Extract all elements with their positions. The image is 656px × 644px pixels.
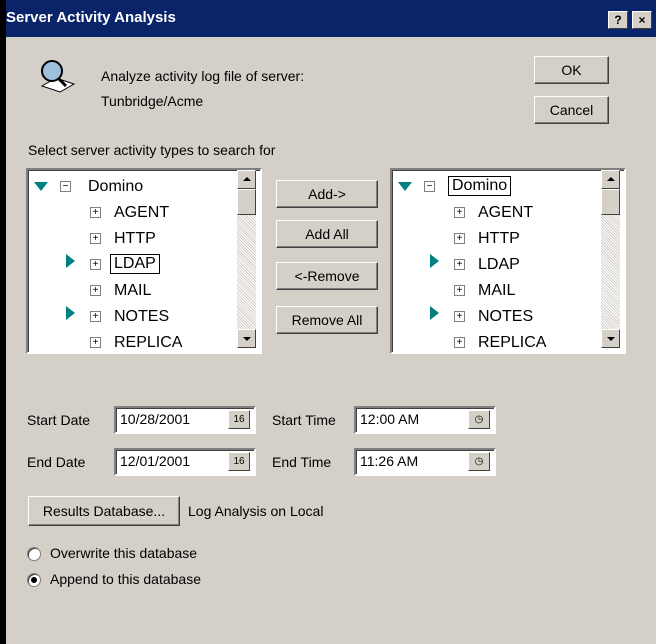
tree-item-ldap[interactable]: LDAP [478, 256, 520, 274]
radio-selected-dot [31, 577, 37, 583]
tree-item-ldap[interactable]: LDAP [110, 254, 160, 274]
tree-marker-icon [66, 254, 75, 268]
add-all-button[interactable]: Add All [276, 220, 378, 248]
tree-item-agent[interactable]: AGENT [478, 204, 533, 222]
window-title: Server Activity Analysis [6, 9, 176, 26]
tree-item-http[interactable]: HTTP [114, 230, 156, 248]
calendar-icon[interactable]: 16 [228, 410, 250, 429]
end-date-value: 12/01/2001 [120, 453, 191, 469]
tree-item-mail[interactable]: MAIL [478, 282, 515, 300]
end-time-label: End Time [272, 454, 332, 470]
expand-icon[interactable]: + [454, 259, 465, 270]
end-time-field[interactable]: 11:26 AM ◷ [354, 448, 496, 476]
end-time-value: 11:26 AM [360, 453, 419, 469]
tree-item-mail[interactable]: MAIL [114, 282, 151, 300]
start-time-value: 12:00 AM [360, 411, 420, 427]
expand-icon[interactable]: + [90, 259, 101, 270]
scroll-down-button[interactable] [237, 329, 256, 348]
scroll-up-button[interactable] [237, 170, 256, 189]
add-button[interactable]: Add-> [276, 180, 378, 208]
clock-icon[interactable]: ◷ [468, 410, 490, 429]
magnifier-icon [40, 60, 76, 93]
start-time-field[interactable]: 12:00 AM ◷ [354, 406, 496, 434]
tree-marker-icon [398, 182, 412, 191]
append-label[interactable]: Append to this database [50, 571, 201, 587]
overwrite-label[interactable]: Overwrite this database [50, 545, 197, 561]
ok-button[interactable]: OK [534, 56, 609, 84]
expand-icon[interactable]: + [454, 285, 465, 296]
tree-marker-icon [430, 254, 439, 268]
expand-icon[interactable]: + [90, 337, 101, 348]
dialog-window: Server Activity Analysis ? × Analyze act… [6, 0, 656, 644]
expand-icon[interactable]: + [454, 311, 465, 322]
end-date-field[interactable]: 12/01/2001 16 [114, 448, 256, 476]
tree-root-domino[interactable]: Domino [88, 178, 143, 196]
left-scrollbar[interactable] [237, 170, 256, 348]
collapse-icon[interactable]: − [60, 181, 71, 192]
start-date-field[interactable]: 10/28/2001 16 [114, 406, 256, 434]
help-button[interactable]: ? [608, 11, 628, 29]
expand-icon[interactable]: + [90, 233, 101, 244]
server-name: Tunbridge/Acme [101, 93, 204, 109]
start-date-value: 10/28/2001 [120, 411, 191, 427]
remove-button[interactable]: <-Remove [276, 262, 378, 290]
close-button[interactable]: × [632, 11, 652, 29]
tree-marker-icon [34, 182, 48, 191]
clock-icon[interactable]: ◷ [468, 452, 490, 471]
available-types-tree[interactable]: − Domino + AGENT + HTTP + LDAP + MAIL + … [26, 168, 262, 354]
title-bar[interactable]: Server Activity Analysis ? × [6, 0, 656, 37]
scroll-thumb[interactable] [237, 189, 256, 215]
start-date-label: Start Date [27, 412, 91, 428]
overwrite-radio[interactable] [27, 547, 41, 561]
tree-item-notes[interactable]: NOTES [478, 308, 533, 326]
append-radio[interactable] [27, 573, 41, 587]
results-database-button[interactable]: Results Database... [28, 496, 180, 526]
results-location: Log Analysis on Local [188, 503, 324, 519]
expand-icon[interactable]: + [90, 311, 101, 322]
scroll-down-button[interactable] [601, 329, 620, 348]
tree-root-domino[interactable]: Domino [448, 176, 512, 196]
expand-icon[interactable]: + [454, 207, 465, 218]
calendar-icon[interactable]: 16 [228, 452, 250, 471]
tree-item-replica[interactable]: REPLICA [114, 334, 182, 352]
expand-icon[interactable]: + [454, 337, 465, 348]
section-label: Select server activity types to search f… [28, 142, 276, 158]
scroll-thumb[interactable] [601, 189, 620, 215]
tree-item-replica[interactable]: REPLICA [478, 334, 546, 352]
tree-item-agent[interactable]: AGENT [114, 204, 169, 222]
expand-icon[interactable]: + [454, 233, 465, 244]
collapse-icon[interactable]: − [424, 181, 435, 192]
scroll-up-button[interactable] [601, 170, 620, 189]
selected-types-tree[interactable]: − Domino + AGENT + HTTP + LDAP + MAIL + … [390, 168, 626, 354]
cancel-button[interactable]: Cancel [534, 96, 609, 124]
end-date-label: End Date [27, 454, 86, 470]
tree-marker-icon [430, 306, 439, 320]
expand-icon[interactable]: + [90, 207, 101, 218]
right-scrollbar[interactable] [601, 170, 620, 348]
tree-item-http[interactable]: HTTP [478, 230, 520, 248]
tree-item-notes[interactable]: NOTES [114, 308, 169, 326]
analyze-label: Analyze activity log file of server: [101, 68, 305, 84]
tree-marker-icon [66, 306, 75, 320]
remove-all-button[interactable]: Remove All [276, 306, 378, 334]
expand-icon[interactable]: + [90, 285, 101, 296]
start-time-label: Start Time [272, 412, 336, 428]
